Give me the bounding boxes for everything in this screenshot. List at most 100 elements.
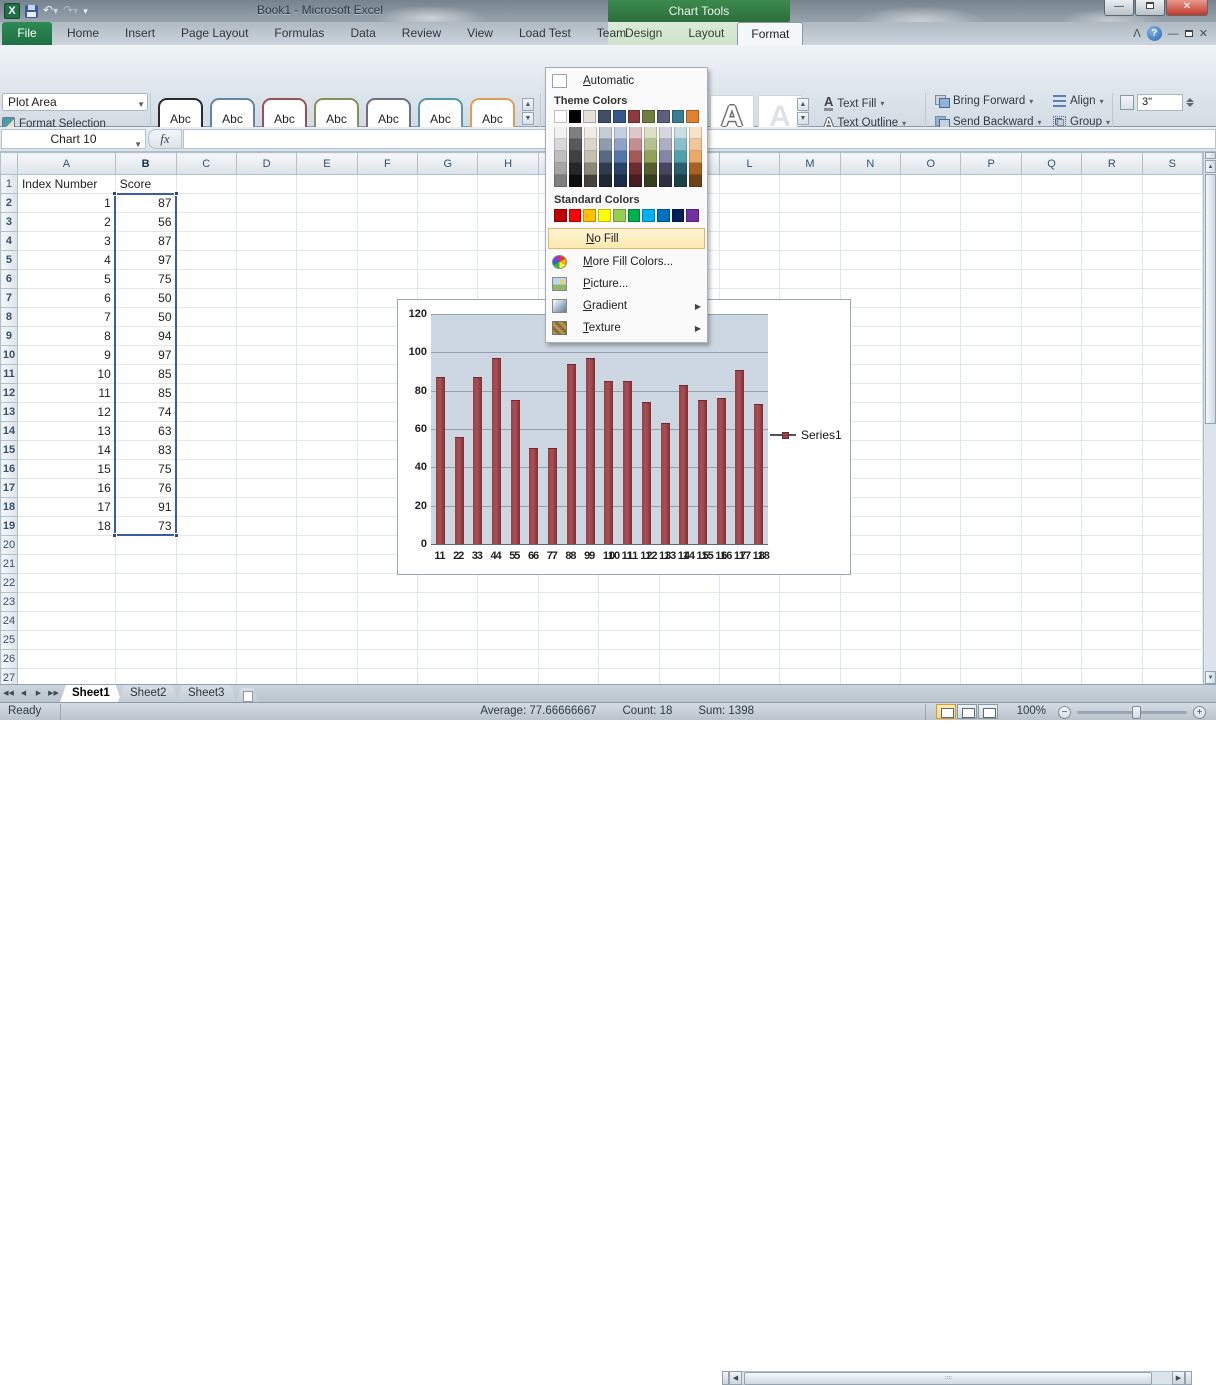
grid-cell[interactable] xyxy=(176,232,236,251)
standard-color-swatch[interactable] xyxy=(642,209,655,222)
grid-cell[interactable]: 75 xyxy=(115,460,176,479)
row-header-9[interactable]: 9 xyxy=(1,327,18,346)
chart-bar[interactable] xyxy=(623,381,632,544)
grid-cell[interactable] xyxy=(297,422,357,441)
grid-cell[interactable] xyxy=(1142,650,1202,669)
grid-cell[interactable] xyxy=(901,441,961,460)
grid-cell[interactable] xyxy=(176,460,236,479)
grid-cell[interactable] xyxy=(236,650,296,669)
grid-cell[interactable] xyxy=(901,479,961,498)
grid-cell[interactable]: 97 xyxy=(115,346,176,365)
height-up-icon[interactable] xyxy=(1186,98,1194,102)
row-header-7[interactable]: 7 xyxy=(1,289,18,308)
column-header-L[interactable]: L xyxy=(719,153,779,175)
tab-split-handle[interactable] xyxy=(722,1371,729,1385)
standard-color-swatch[interactable] xyxy=(554,209,567,222)
grid-cell[interactable] xyxy=(1142,555,1202,574)
grid-cell[interactable] xyxy=(840,669,900,685)
grid-cell[interactable] xyxy=(961,384,1021,403)
grid-cell[interactable] xyxy=(478,650,538,669)
grid-cell[interactable] xyxy=(176,270,236,289)
theme-variant-swatch[interactable] xyxy=(674,139,687,151)
grid-cell[interactable] xyxy=(961,517,1021,536)
grid-cell[interactable] xyxy=(1082,346,1142,365)
theme-variant-swatch[interactable] xyxy=(659,175,672,187)
theme-variant-swatch[interactable] xyxy=(629,127,642,139)
row-header-18[interactable]: 18 xyxy=(1,498,18,517)
grid-cell[interactable] xyxy=(719,175,779,194)
grid-cell[interactable] xyxy=(236,327,296,346)
page-break-view-button[interactable] xyxy=(978,704,998,719)
grid-cell[interactable] xyxy=(901,422,961,441)
chart-bar[interactable] xyxy=(642,402,651,544)
grid-cell[interactable]: 10 xyxy=(17,365,115,384)
theme-variant-swatch[interactable] xyxy=(689,163,702,175)
standard-color-swatch[interactable] xyxy=(613,209,626,222)
grid-cell[interactable] xyxy=(538,631,598,650)
grid-cell[interactable] xyxy=(780,593,840,612)
grid-cell[interactable] xyxy=(176,517,236,536)
chart-plot-area[interactable] xyxy=(431,314,768,544)
tab-insert[interactable]: Insert xyxy=(112,22,168,45)
grid-cell[interactable] xyxy=(1021,213,1081,232)
grid-cell[interactable]: 76 xyxy=(115,479,176,498)
grid-cell[interactable] xyxy=(901,308,961,327)
page-layout-view-button[interactable] xyxy=(957,704,977,719)
tab-home[interactable]: Home xyxy=(54,22,112,45)
row-header-8[interactable]: 8 xyxy=(1,308,18,327)
grid-cell[interactable] xyxy=(176,175,236,194)
grid-cell[interactable] xyxy=(1082,403,1142,422)
grid-cell[interactable] xyxy=(659,593,719,612)
grid-cell[interactable] xyxy=(176,346,236,365)
doc-minimize-icon[interactable]: — xyxy=(1168,28,1179,40)
grid-cell[interactable] xyxy=(1142,460,1202,479)
theme-variant-swatch[interactable] xyxy=(614,127,627,139)
grid-cell[interactable] xyxy=(236,593,296,612)
sheet-tab-sheet3[interactable]: Sheet3 xyxy=(176,685,236,702)
grid-cell[interactable] xyxy=(236,175,296,194)
vertical-scrollbar[interactable]: ▲ ▼ xyxy=(1203,152,1216,684)
chart-bar[interactable] xyxy=(698,400,707,544)
align-button[interactable]: Align▾ xyxy=(1053,95,1104,107)
grid-cell[interactable] xyxy=(17,612,115,631)
grid-cell[interactable] xyxy=(176,384,236,403)
grid-cell[interactable] xyxy=(297,669,357,685)
grid-cell[interactable] xyxy=(357,270,417,289)
grid-cell[interactable] xyxy=(659,631,719,650)
row-header-11[interactable]: 11 xyxy=(1,365,18,384)
grid-cell[interactable] xyxy=(236,669,296,685)
grid-cell[interactable] xyxy=(176,498,236,517)
theme-variant-swatch[interactable] xyxy=(569,139,582,151)
theme-variant-swatch[interactable] xyxy=(659,139,672,151)
theme-variant-swatch[interactable] xyxy=(599,127,612,139)
grid-cell[interactable] xyxy=(115,574,176,593)
grid-cell[interactable]: 18 xyxy=(17,517,115,536)
grid-cell[interactable] xyxy=(176,251,236,270)
grid-cell[interactable]: 6 xyxy=(17,289,115,308)
row-header-19[interactable]: 19 xyxy=(1,517,18,536)
grid-cell[interactable] xyxy=(1082,612,1142,631)
theme-variant-swatch[interactable] xyxy=(689,175,702,187)
grid-cell[interactable] xyxy=(176,574,236,593)
grid-cell[interactable] xyxy=(1142,308,1202,327)
theme-variant-swatch[interactable] xyxy=(584,139,597,151)
theme-variant-swatch[interactable] xyxy=(629,175,642,187)
grid-cell[interactable] xyxy=(840,631,900,650)
grid-cell[interactable] xyxy=(236,194,296,213)
grid-cell[interactable] xyxy=(961,422,1021,441)
tab-review[interactable]: Review xyxy=(389,22,454,45)
row-header-2[interactable]: 2 xyxy=(1,194,18,213)
chart-bar[interactable] xyxy=(567,364,576,544)
grid-cell[interactable] xyxy=(115,593,176,612)
grid-cell[interactable] xyxy=(719,270,779,289)
help-icon[interactable]: ? xyxy=(1147,26,1162,41)
grid-cell[interactable] xyxy=(418,574,478,593)
grid-cell[interactable] xyxy=(236,498,296,517)
grid-cell[interactable] xyxy=(780,631,840,650)
zoom-track[interactable] xyxy=(1077,711,1187,714)
grid-cell[interactable] xyxy=(780,251,840,270)
grid-cell[interactable] xyxy=(780,175,840,194)
grid-cell[interactable] xyxy=(1082,213,1142,232)
grid-cell[interactable] xyxy=(901,498,961,517)
grid-cell[interactable] xyxy=(418,650,478,669)
